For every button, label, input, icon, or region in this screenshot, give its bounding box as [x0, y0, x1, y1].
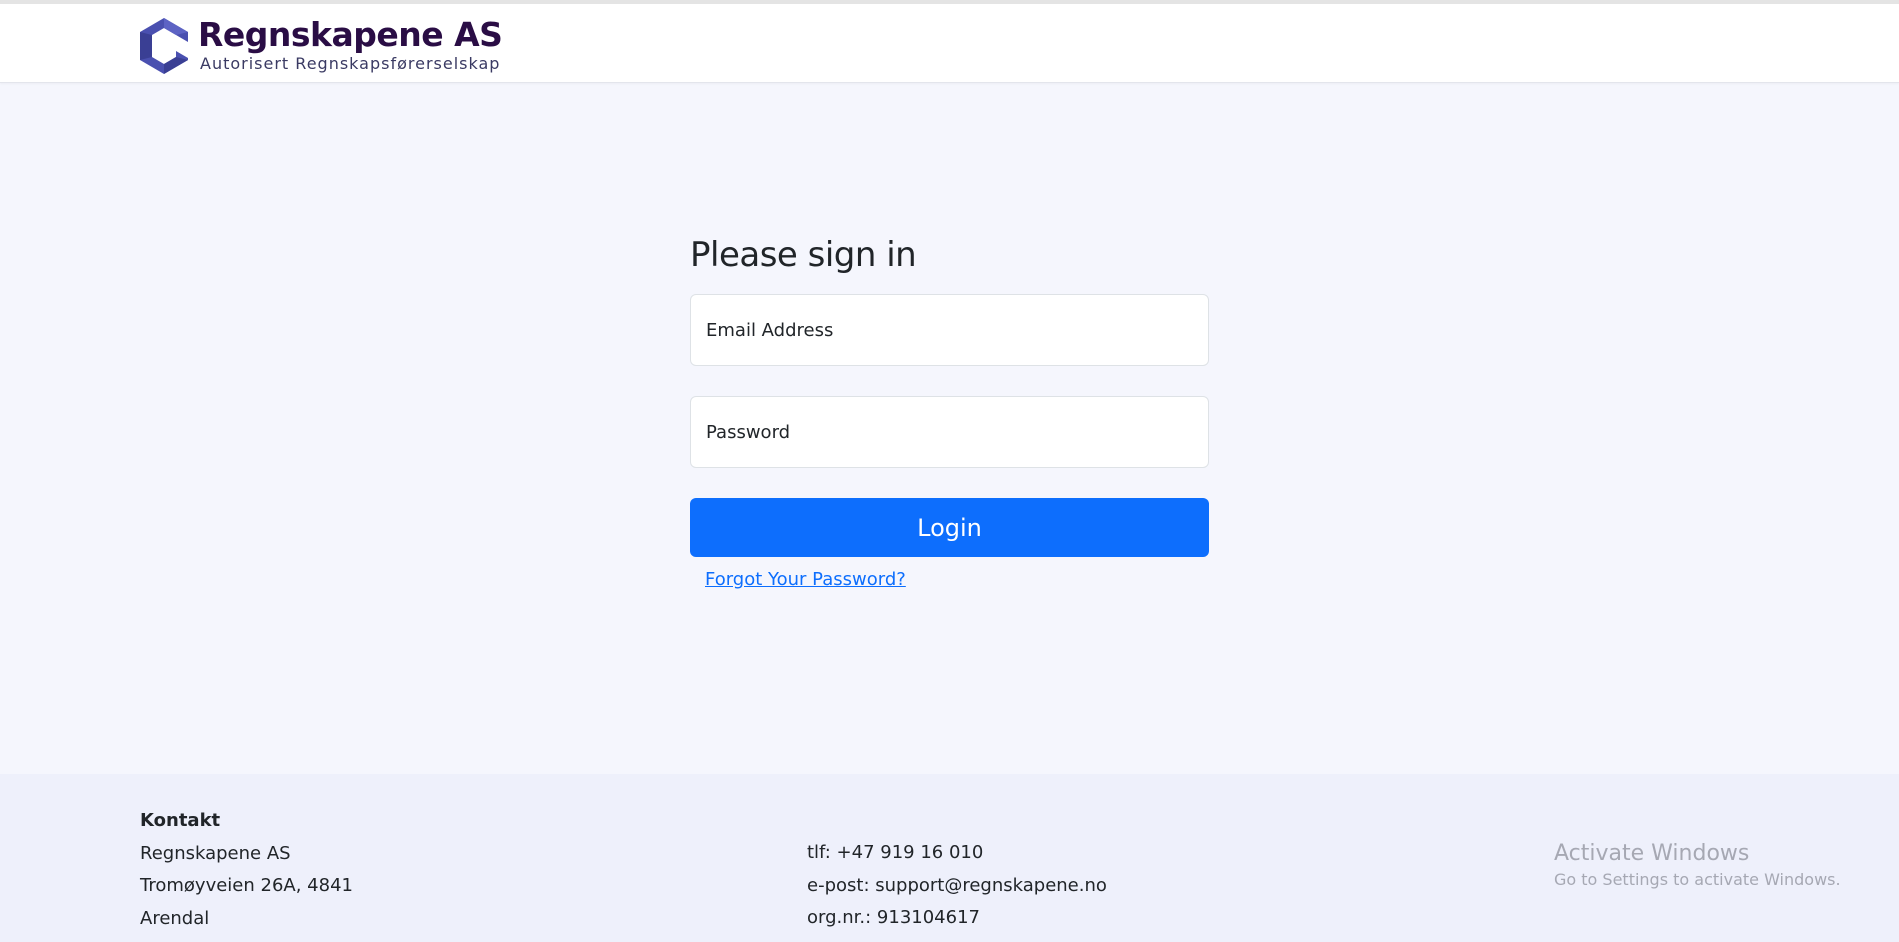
windows-activation-watermark: Activate Windows Go to Settings to activ… — [1554, 840, 1841, 892]
footer-email: e-post: support@regnskapene.no — [807, 874, 1107, 896]
login-form: Please sign in Login Forgot Your Passwor… — [690, 228, 1209, 590]
hexagon-logo-icon — [140, 18, 188, 74]
footer-contact: tlf: +47 919 16 010 e-post: support@regn… — [807, 837, 1107, 935]
page-title: Please sign in — [690, 235, 917, 275]
watermark-subtitle: Go to Settings to activate Windows. — [1554, 870, 1841, 889]
footer-title: Kontakt — [140, 810, 221, 831]
company-subtitle: Autorisert Regnskapsførerselskap — [200, 54, 501, 73]
company-name: Regnskapene AS — [198, 15, 503, 54]
watermark-title: Activate Windows — [1554, 841, 1750, 866]
forgot-password-link[interactable]: Forgot Your Password? — [705, 569, 906, 590]
login-button[interactable]: Login — [690, 498, 1209, 557]
email-field[interactable] — [690, 294, 1209, 366]
footer-address: Kontakt Regnskapene AS Tromøyveien 26A, … — [140, 805, 353, 935]
footer-address-line: Arendal — [140, 907, 210, 929]
password-field[interactable] — [690, 396, 1209, 468]
footer-address-line: Tromøyveien 26A, 4841 — [140, 875, 353, 896]
footer-org-number: org.nr.: 913104617 — [807, 907, 980, 928]
company-logo[interactable]: Regnskapene AS Autorisert Regnskapsfører… — [138, 14, 503, 78]
footer-phone: tlf: +47 919 16 010 — [807, 842, 984, 863]
footer-address-line: Regnskapene AS — [140, 842, 291, 864]
site-header: Regnskapene AS Autorisert Regnskapsfører… — [0, 4, 1899, 83]
